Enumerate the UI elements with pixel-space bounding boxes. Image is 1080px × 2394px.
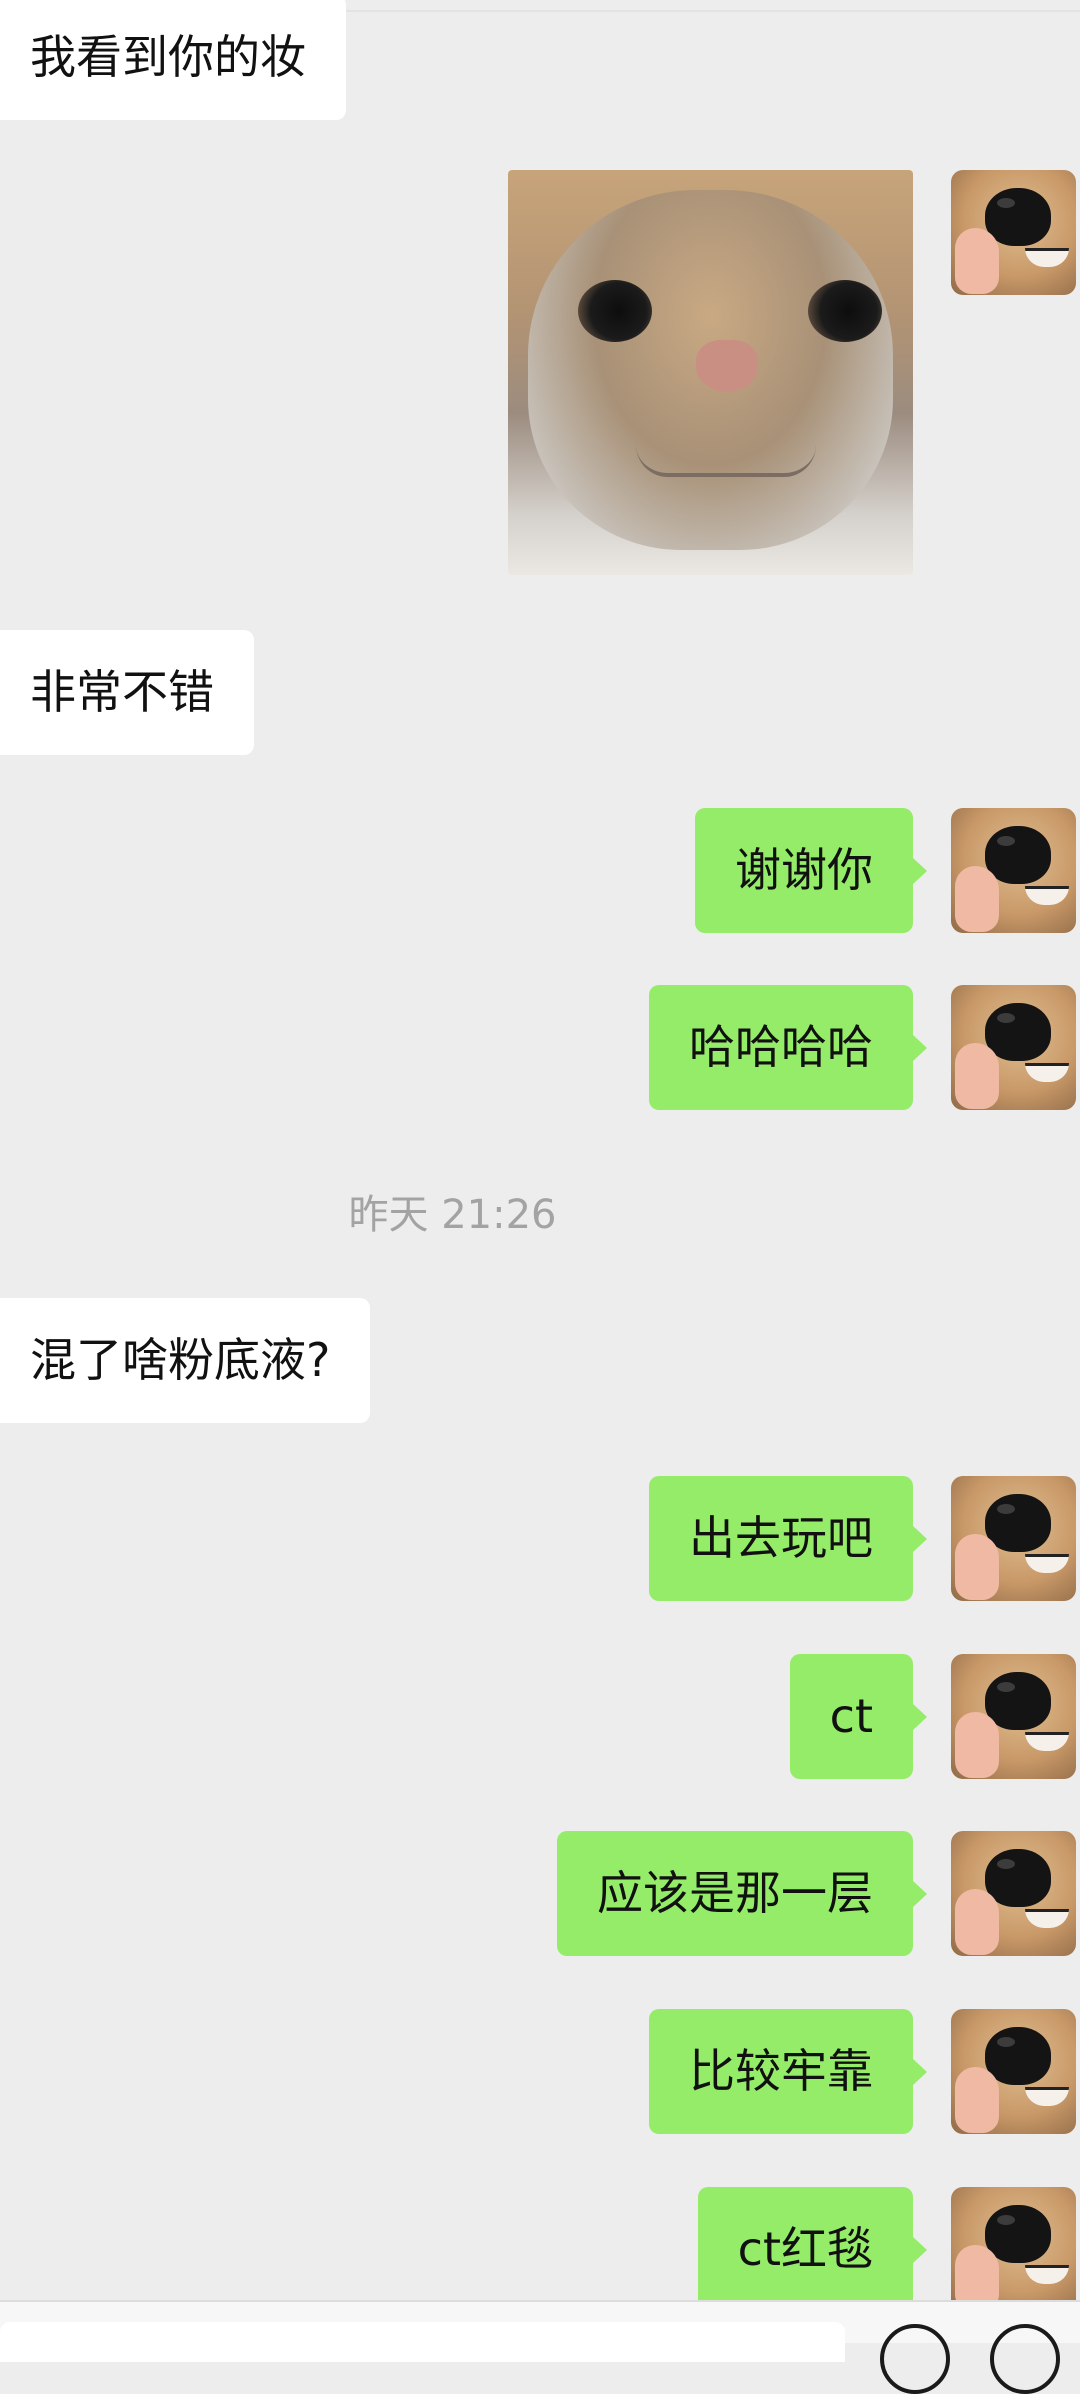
user-avatar[interactable]	[951, 2009, 1076, 2134]
cat-face-image[interactable]	[508, 170, 913, 575]
dog-mouth	[1025, 2087, 1069, 2106]
user-avatar[interactable]	[951, 170, 1076, 295]
dog-nose-avatar-icon	[985, 2205, 1051, 2263]
dog-mouth	[1025, 1554, 1069, 1573]
message-text: 谢谢你	[735, 843, 873, 897]
dog-nose-avatar-icon	[985, 1003, 1051, 1061]
dog-nose-avatar-icon	[985, 188, 1051, 246]
dog-mouth	[1025, 886, 1069, 905]
message-text: 哈哈哈哈	[689, 1020, 873, 1074]
hand	[955, 1534, 999, 1600]
hand	[955, 1043, 999, 1109]
smiley-icon[interactable]	[880, 2324, 950, 2394]
dog-nose-avatar-icon	[985, 2027, 1051, 2085]
dog-nose-avatar-icon	[985, 1494, 1051, 1552]
message-text: 应该是那一层	[597, 1866, 873, 1920]
incoming-message-bubble[interactable]: 混了啥粉底液?	[0, 1298, 371, 1423]
cat-eye	[808, 280, 882, 342]
message-text: 比较牢靠	[689, 2044, 873, 2098]
dog-mouth	[1025, 2265, 1069, 2284]
user-avatar[interactable]	[951, 1476, 1076, 1601]
incoming-message-bubble[interactable]: 非常不错	[0, 630, 254, 755]
cat-eye	[578, 280, 652, 342]
outgoing-message-bubble[interactable]: 出去玩吧	[649, 1476, 927, 1601]
user-avatar[interactable]	[951, 985, 1076, 1110]
message-text: 非常不错	[30, 665, 214, 719]
dog-mouth	[1025, 1732, 1069, 1751]
message-text: ct	[829, 1689, 873, 1743]
message-text: 我看到你的妆	[30, 30, 306, 84]
user-avatar[interactable]	[951, 2187, 1076, 2312]
message-text: 出去玩吧	[689, 1511, 873, 1565]
plus-icon[interactable]	[990, 2324, 1060, 2394]
chat-input-bar	[0, 2300, 1080, 2394]
dog-nose-avatar-icon	[985, 826, 1051, 884]
message-timestamp: 昨天 21:26	[348, 1192, 557, 1238]
user-avatar[interactable]	[951, 1654, 1076, 1779]
outgoing-message-bubble[interactable]: ct	[789, 1654, 928, 1779]
dog-mouth	[1025, 1909, 1069, 1928]
outgoing-message-bubble[interactable]: 谢谢你	[695, 808, 927, 933]
cat-mouth	[636, 445, 816, 477]
outgoing-message-bubble[interactable]: 应该是那一层	[557, 1831, 927, 1956]
hand	[955, 866, 999, 932]
cat-nose	[696, 340, 758, 392]
message-text: 混了啥粉底液?	[30, 1333, 331, 1387]
incoming-message-bubble[interactable]: 我看到你的妆	[0, 0, 346, 120]
dog-mouth	[1025, 248, 1069, 267]
cat-face	[528, 190, 893, 550]
message-input[interactable]	[0, 2322, 845, 2362]
dog-nose-avatar-icon	[985, 1849, 1051, 1907]
hand	[955, 228, 999, 294]
dog-nose-avatar-icon	[985, 1672, 1051, 1730]
hand	[955, 1712, 999, 1778]
outgoing-message-bubble[interactable]: 哈哈哈哈	[649, 985, 927, 1110]
outgoing-message-bubble[interactable]: ct红毯	[697, 2187, 928, 2312]
hand	[955, 2067, 999, 2133]
user-avatar[interactable]	[951, 1831, 1076, 1956]
outgoing-message-bubble[interactable]: 比较牢靠	[649, 2009, 927, 2134]
hand	[955, 1889, 999, 1955]
dog-mouth	[1025, 1063, 1069, 1082]
user-avatar[interactable]	[951, 808, 1076, 933]
message-text: ct红毯	[737, 2222, 873, 2276]
